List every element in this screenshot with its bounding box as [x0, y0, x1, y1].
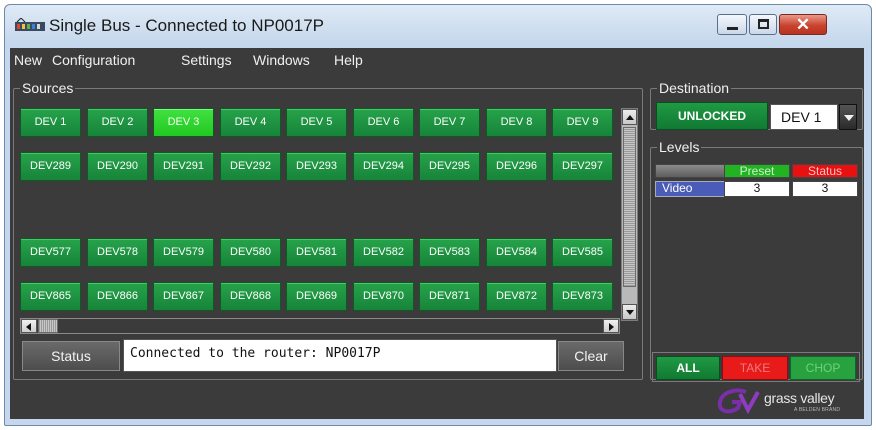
source-button[interactable]: DEV 4 — [220, 108, 281, 137]
source-grid: DEV 1 DEV 2 DEV 3 DEV 4 DEV 5 DEV 6 DEV 7 DEV 8… — [20, 108, 618, 318]
source-button[interactable]: DEV 5 — [286, 108, 347, 137]
chevron-down-icon — [844, 115, 854, 121]
router-app-icon — [15, 18, 45, 31]
source-button[interactable]: DEV583 — [419, 238, 480, 267]
source-button[interactable]: DEV870 — [353, 282, 414, 311]
destination-select[interactable]: DEV 1 — [770, 104, 838, 130]
source-horizontal-scrollbar[interactable] — [20, 318, 620, 334]
down-arrow-icon — [626, 310, 634, 315]
chop-button[interactable]: CHOP — [790, 356, 856, 380]
menu-windows[interactable]: Windows — [253, 52, 310, 68]
source-button[interactable]: DEV580 — [220, 238, 281, 267]
source-button[interactable]: DEV291 — [153, 152, 214, 181]
close-button[interactable]: ✕ — [779, 14, 827, 35]
scroll-right-arrow[interactable] — [603, 319, 619, 333]
brand-subtitle: A BELDEN BRAND — [794, 407, 841, 413]
source-button[interactable]: DEV 2 — [87, 108, 148, 137]
maximize-button[interactable] — [749, 14, 777, 35]
destination-label: Destination — [657, 80, 732, 96]
clear-button[interactable]: Clear — [558, 341, 624, 371]
right-arrow-icon — [609, 323, 614, 331]
sources-label: Sources — [20, 80, 76, 96]
source-button[interactable]: DEV579 — [153, 238, 214, 267]
source-button[interactable]: DEV293 — [286, 152, 347, 181]
levels-status-header: Status — [792, 164, 858, 178]
source-vertical-scrollbar[interactable] — [621, 108, 638, 321]
source-button[interactable]: DEV 7 — [419, 108, 480, 137]
title-bar[interactable]: Single Bus - Connected to NP0017P ✕ — [5, 5, 871, 49]
menu-new[interactable]: New — [14, 52, 42, 68]
close-icon: ✕ — [795, 15, 811, 34]
source-button[interactable]: DEV872 — [486, 282, 547, 311]
source-button[interactable]: DEV 9 — [552, 108, 613, 137]
up-arrow-icon — [626, 115, 634, 120]
destination-dropdown-button[interactable] — [839, 104, 857, 130]
source-button[interactable]: DEV582 — [353, 238, 414, 267]
level-row-status: 3 — [792, 181, 858, 197]
source-button[interactable]: DEV 1 — [20, 108, 81, 137]
maximize-icon — [758, 19, 769, 29]
levels-header-blank — [655, 164, 725, 178]
source-button[interactable]: DEV868 — [220, 282, 281, 311]
scroll-thumb[interactable] — [623, 127, 636, 287]
source-button[interactable]: DEV578 — [87, 238, 148, 267]
menu-bar: New Configuration Settings Windows Help — [10, 48, 864, 72]
source-button[interactable]: DEV289 — [20, 152, 81, 181]
source-button[interactable]: DEV871 — [419, 282, 480, 311]
level-row-name[interactable]: Video — [655, 181, 725, 197]
status-message-field[interactable]: Connected to the router: NP0017P — [123, 339, 557, 372]
levels-preset-header: Preset — [724, 164, 790, 178]
source-button[interactable]: DEV581 — [286, 238, 347, 267]
grass-valley-logo-icon — [717, 388, 760, 415]
source-button[interactable]: DEV585 — [552, 238, 613, 267]
source-button[interactable]: DEV 8 — [486, 108, 547, 137]
source-button[interactable]: DEV290 — [87, 152, 148, 181]
left-arrow-icon — [26, 323, 31, 331]
minimize-button[interactable] — [717, 14, 747, 35]
status-button[interactable]: Status — [22, 341, 120, 371]
all-button[interactable]: ALL — [656, 356, 720, 380]
take-button[interactable]: TAKE — [722, 356, 788, 380]
brand-name: grass valley — [764, 390, 835, 406]
source-button[interactable]: DEV 6 — [353, 108, 414, 137]
scroll-left-arrow[interactable] — [21, 319, 37, 333]
horizontal-scroll-thumb[interactable] — [38, 319, 58, 333]
menu-configuration[interactable]: Configuration — [52, 52, 135, 68]
source-button[interactable]: DEV869 — [286, 282, 347, 311]
source-button[interactable]: DEV867 — [153, 282, 214, 311]
scroll-up-arrow[interactable] — [622, 109, 637, 125]
scroll-down-arrow[interactable] — [622, 304, 637, 320]
minimize-icon — [727, 27, 738, 30]
window-title: Single Bus - Connected to NP0017P — [49, 16, 325, 35]
source-button[interactable]: DEV865 — [20, 282, 81, 311]
source-button[interactable]: DEV577 — [20, 238, 81, 267]
unlocked-button[interactable]: UNLOCKED — [656, 102, 768, 130]
source-button[interactable]: DEV873 — [552, 282, 613, 311]
source-button[interactable]: DEV292 — [220, 152, 281, 181]
source-button[interactable]: DEV295 — [419, 152, 480, 181]
source-button[interactable]: DEV 3 — [153, 108, 214, 137]
source-button[interactable]: DEV297 — [552, 152, 613, 181]
brand-logo: grass valley A BELDEN BRAND — [716, 388, 860, 416]
level-row-preset: 3 — [724, 181, 790, 197]
source-button[interactable]: DEV294 — [353, 152, 414, 181]
menu-settings[interactable]: Settings — [181, 52, 232, 68]
levels-label: Levels — [657, 139, 702, 155]
source-button[interactable]: DEV296 — [486, 152, 547, 181]
source-button[interactable]: DEV584 — [486, 238, 547, 267]
source-button[interactable]: DEV866 — [87, 282, 148, 311]
menu-help[interactable]: Help — [334, 52, 363, 68]
